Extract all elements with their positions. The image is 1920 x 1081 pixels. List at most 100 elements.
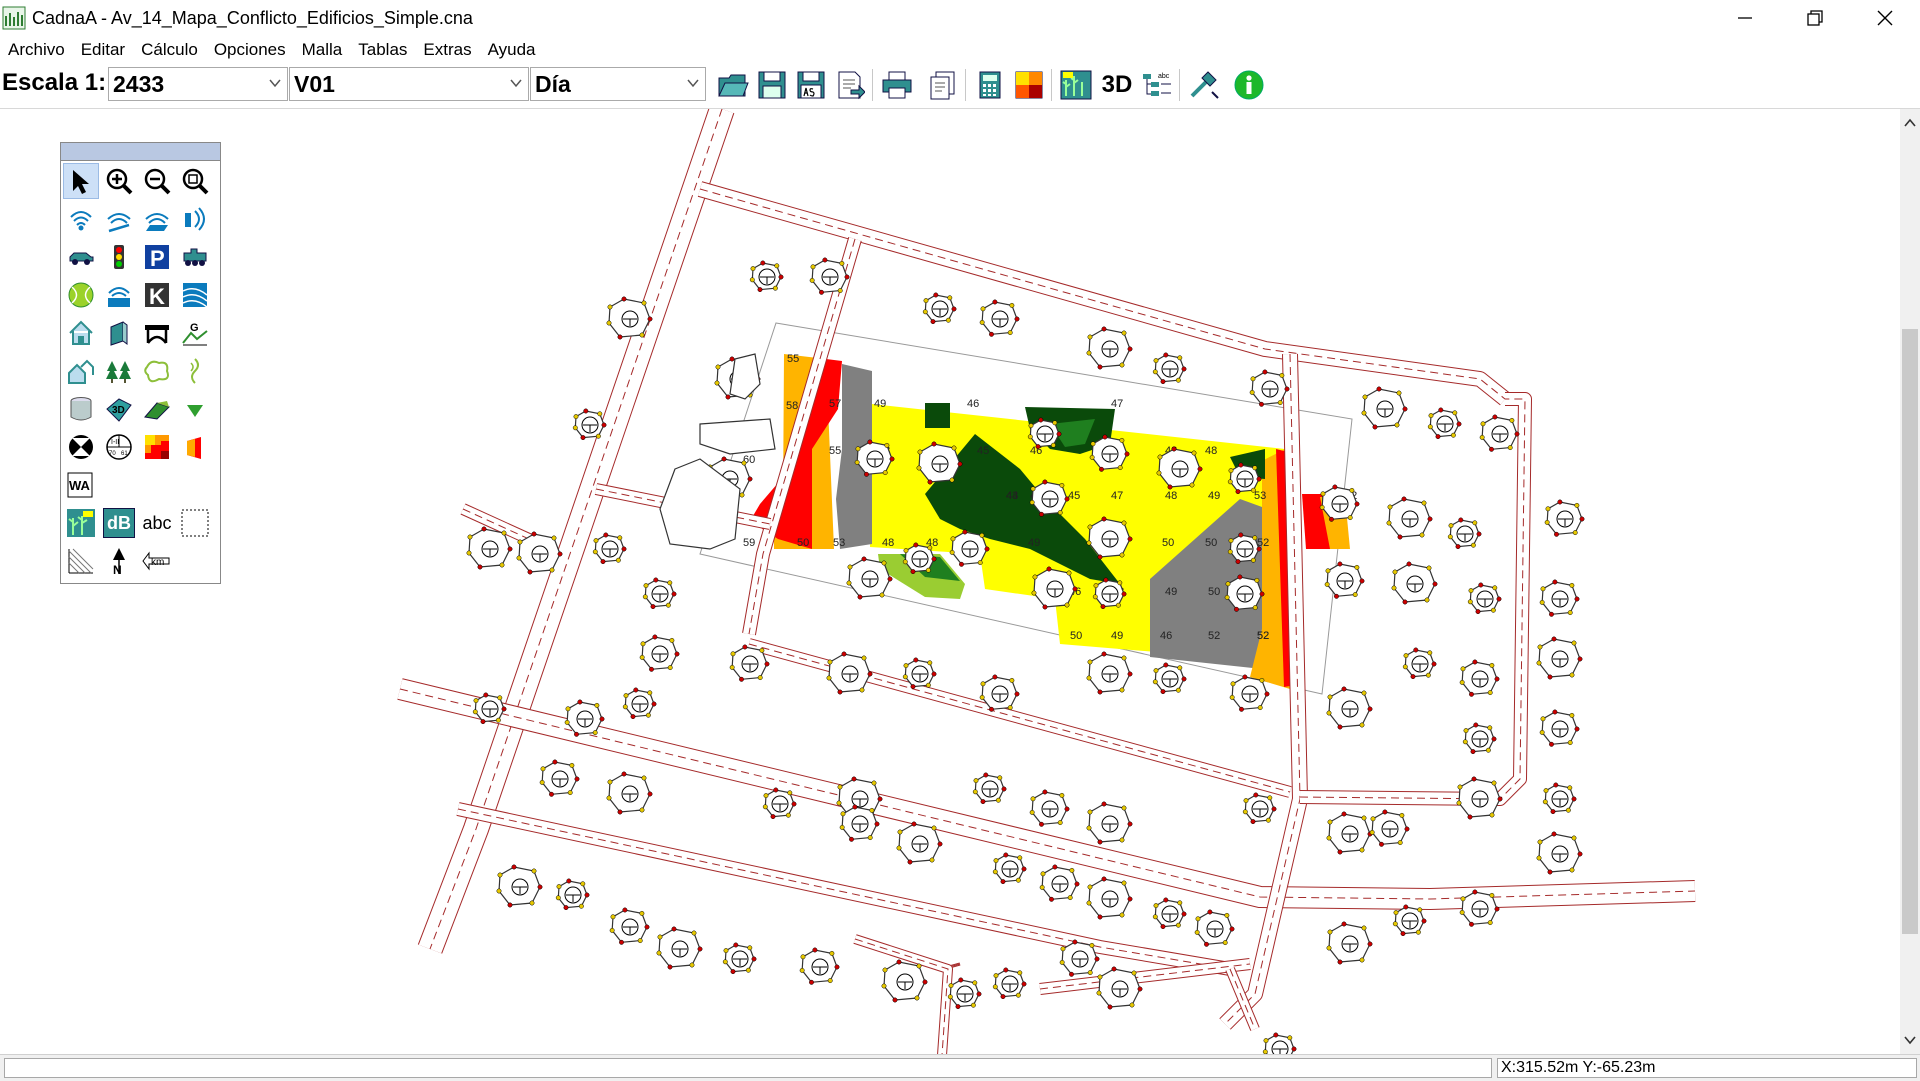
calculator-button[interactable] <box>973 68 1007 102</box>
menu-ayuda[interactable]: Ayuda <box>480 36 544 63</box>
export-button[interactable] <box>833 68 867 102</box>
building-vertex <box>1230 681 1236 687</box>
building-vertex <box>864 471 869 477</box>
grid-value-label: 49 <box>1028 537 1040 549</box>
symbol-tool[interactable] <box>63 505 99 541</box>
text-tool[interactable]: abc <box>139 505 175 541</box>
building-vertex <box>1152 679 1158 685</box>
building-tool[interactable] <box>63 315 99 351</box>
building-with-receiver <box>1086 326 1133 370</box>
scrollbar-thumb[interactable] <box>1902 329 1918 934</box>
industrial-source-tool[interactable] <box>101 277 137 313</box>
vertical-area-source-tool[interactable] <box>177 201 213 237</box>
vertical-scrollbar[interactable] <box>1900 109 1920 1054</box>
traffic-light-tool[interactable] <box>101 239 137 275</box>
building-vertex <box>916 465 922 471</box>
restore-button[interactable] <box>1780 0 1850 36</box>
area-polygon-tool[interactable] <box>139 353 175 389</box>
save-as-button[interactable] <box>794 68 828 102</box>
area-evaluation-tool[interactable] <box>177 429 213 465</box>
palette-title-bar[interactable] <box>61 143 220 161</box>
building-vertex <box>496 888 502 894</box>
building-vertex <box>715 364 721 370</box>
grid-value-label: 45 <box>1068 490 1080 502</box>
kstar-tool[interactable]: K <box>139 277 175 313</box>
save-button[interactable] <box>755 68 789 102</box>
tennis-tool[interactable] <box>63 277 99 313</box>
building-vertex <box>763 793 769 799</box>
building-vertex <box>1039 821 1044 827</box>
grid-color-button[interactable] <box>1012 68 1046 102</box>
zoom-window-tool[interactable] <box>177 163 213 199</box>
embankment-tool[interactable] <box>139 391 175 427</box>
iso-area-tool[interactable] <box>177 277 213 313</box>
scale-bar-tool[interactable]: km <box>139 543 175 579</box>
building-vertex <box>1121 330 1127 336</box>
db-tool[interactable]: dB <box>101 505 137 541</box>
north-arrow-tool[interactable]: N <box>101 543 137 579</box>
building-3d-tool[interactable] <box>63 353 99 389</box>
railway-tool[interactable] <box>177 239 213 275</box>
wa-tool[interactable]: WA <box>63 467 99 503</box>
map-canvas[interactable]: 5558574946476055484546474848444344454647… <box>0 109 1900 1054</box>
barrier-tool[interactable] <box>101 315 137 351</box>
menu-opciones[interactable]: Opciones <box>206 36 294 63</box>
building-vertex <box>1394 422 1400 428</box>
building-vertex <box>1332 484 1338 490</box>
hatch-tool[interactable] <box>63 543 99 579</box>
grid-value-label: 50 <box>1208 586 1220 598</box>
building-vertex <box>621 546 627 552</box>
receiver-tool[interactable] <box>63 429 99 465</box>
building-evaluation-button[interactable] <box>1059 68 1093 102</box>
building-with-receiver <box>1391 561 1438 605</box>
building-vertex <box>1101 801 1107 807</box>
building-vertex <box>884 442 890 448</box>
parking-lot-tool[interactable]: P <box>139 239 175 275</box>
scale-combo[interactable]: 2433 <box>108 67 288 101</box>
print-button[interactable] <box>880 68 914 102</box>
menu-archivo[interactable]: Archivo <box>0 36 73 63</box>
scroll-down-arrow-icon[interactable] <box>1900 1030 1920 1050</box>
tools-button[interactable] <box>1187 68 1221 102</box>
minimize-button[interactable] <box>1710 0 1780 36</box>
menu-calculo[interactable]: Cálculo <box>133 36 206 63</box>
building-with-receiver <box>1467 582 1502 615</box>
variant-combo[interactable]: V01 <box>289 67 529 101</box>
bridge-tool[interactable] <box>139 315 175 351</box>
3d-reflector-tool[interactable]: 3D <box>101 391 137 427</box>
scroll-up-arrow-icon[interactable] <box>1900 113 1920 133</box>
menu-tablas[interactable]: Tablas <box>350 36 415 63</box>
menu-editar[interactable]: Editar <box>73 36 133 63</box>
area-polygon-icon <box>144 360 169 383</box>
menu-malla[interactable]: Malla <box>294 36 351 63</box>
auxiliary-polygon-tool[interactable] <box>177 505 213 541</box>
range-tool[interactable]: I-II 70 61 <box>101 429 137 465</box>
open-button[interactable] <box>716 68 750 102</box>
building-vertex <box>859 687 865 693</box>
menu-extras[interactable]: Extras <box>415 36 479 63</box>
contour-line-tool[interactable] <box>177 353 213 389</box>
building-vertex <box>1361 690 1367 696</box>
road-tool[interactable] <box>63 239 99 275</box>
legend-button[interactable]: abc <box>1140 68 1174 102</box>
pointer-tool[interactable] <box>63 163 99 199</box>
cylinder-tool[interactable] <box>63 391 99 427</box>
building-vertex <box>473 698 479 704</box>
period-combo[interactable]: Día <box>530 67 706 101</box>
vegetation-tool[interactable] <box>101 353 137 389</box>
area-source-tool[interactable] <box>139 201 175 237</box>
zoom-in-tool[interactable] <box>101 163 137 199</box>
info-button[interactable] <box>1232 68 1266 102</box>
zoom-out-tool[interactable] <box>139 163 175 199</box>
ground-absorption-tool[interactable]: G <box>177 315 213 351</box>
3d-view-button[interactable]: 3D <box>1098 68 1136 102</box>
building-vertex <box>911 821 917 827</box>
line-source-tool[interactable] <box>101 201 137 237</box>
grid-map-tool[interactable] <box>139 429 175 465</box>
point-source-tool[interactable] <box>63 201 99 237</box>
svg-text:abc: abc <box>1158 73 1170 80</box>
close-button[interactable] <box>1850 0 1920 36</box>
building-vertex <box>874 821 880 827</box>
copy-button[interactable] <box>926 68 960 102</box>
triangle-point-tool[interactable] <box>177 391 213 427</box>
